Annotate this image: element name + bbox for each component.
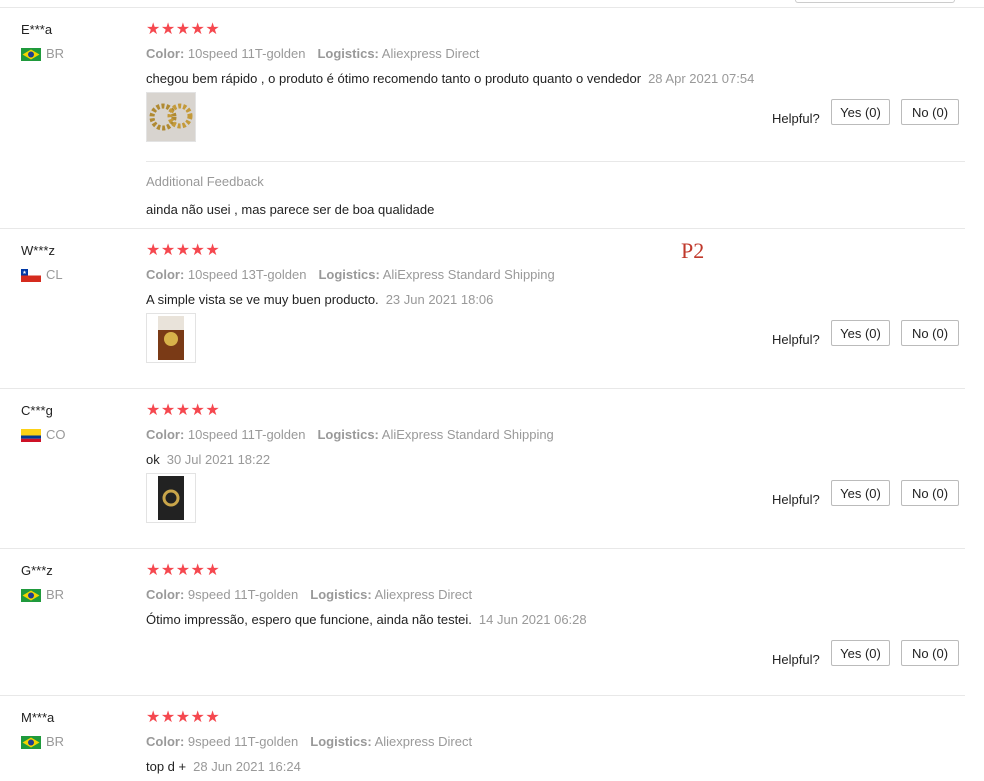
logistics-value: Aliexpress Direct: [381, 46, 480, 61]
logistics-label: Logistics:: [317, 46, 379, 61]
helpful-yes-button[interactable]: Yes (0): [831, 320, 890, 346]
country-code: BR: [46, 734, 65, 749]
country-code: BR: [46, 46, 65, 61]
additional-divider: [146, 161, 965, 162]
helpful-yes-button[interactable]: Yes (0): [831, 99, 890, 125]
review-text: Ótimo impressão, espero que funcione, ai…: [146, 612, 587, 627]
logistics-value: AliExpress Standard Shipping: [381, 427, 554, 442]
helpful-no-button[interactable]: No (0): [901, 320, 959, 346]
review-date: 14 Jun 2021 06:28: [478, 612, 587, 627]
logistics-label: Logistics:: [310, 587, 372, 602]
reviewer-name: W***z: [21, 243, 55, 258]
review-meta: Color: 10speed 11T-golden Logistics: Alie…: [146, 46, 479, 61]
helpful-label: Helpful?: [772, 492, 820, 507]
star-rating: ★★★★★: [146, 21, 221, 38]
review-date: 28 Jun 2021 16:24: [193, 759, 301, 774]
helpful-label: Helpful?: [772, 111, 820, 126]
review-body: A simple vista se ve muy buen producto.: [146, 292, 379, 307]
review-text: top d + 28 Jun 2021 16:24: [146, 759, 301, 774]
brazil-flag-icon: [21, 48, 41, 61]
colombia-flag-icon: [21, 429, 41, 442]
color-value: 10speed 13T-golden: [187, 267, 307, 282]
product-photo-image: [158, 316, 184, 360]
review-photo[interactable]: [146, 313, 196, 363]
review-text: A simple vista se ve muy buen producto. 2…: [146, 292, 493, 307]
reviewer-name: G***z: [21, 563, 53, 578]
logistics-label: Logistics:: [317, 427, 379, 442]
color-label: Color:: [146, 267, 185, 282]
helpful-no-button[interactable]: No (0): [901, 99, 959, 125]
svg-text:★: ★: [22, 270, 27, 276]
review-meta: Color: 10speed 13T-golden Logistics: AliE…: [146, 267, 555, 282]
review-date: 30 Jul 2021 18:22: [166, 452, 271, 467]
color-value: 10speed 11T-golden: [187, 427, 306, 442]
helpful-label: Helpful?: [772, 332, 820, 347]
logistics-value: Aliexpress Direct: [374, 587, 473, 602]
helpful-label: Helpful?: [772, 652, 820, 667]
logistics-label: Logistics:: [318, 267, 380, 282]
review-divider: [0, 548, 965, 549]
color-label: Color:: [146, 587, 185, 602]
review-body: Ótimo impressão, espero que funcione, ai…: [146, 612, 472, 627]
review-date: 23 Jun 2021 18:06: [385, 292, 494, 307]
top-divider: [0, 7, 984, 8]
reviewer-name: C***g: [21, 403, 53, 418]
color-label: Color:: [146, 734, 185, 749]
color-value: 10speed 11T-golden: [187, 46, 306, 61]
gear-photo-image: [149, 103, 193, 131]
review-divider: [0, 388, 965, 389]
star-rating: ★★★★★: [146, 402, 221, 419]
brazil-flag-icon: [21, 589, 41, 602]
review-text: ok 30 Jul 2021 18:22: [146, 452, 270, 467]
review-body: chegou bem rápido , o produto é ótimo re…: [146, 71, 642, 86]
additional-feedback-text: ainda não usei , mas parece ser de boa q…: [146, 202, 435, 217]
annotation-label: P2: [681, 238, 705, 263]
country-code: CL: [46, 267, 63, 282]
sort-dropdown[interactable]: [795, 0, 955, 3]
review-meta: Color: 9speed 11T-golden Logistics: Aliex…: [146, 587, 472, 602]
star-rating: ★★★★★: [146, 562, 221, 579]
review-meta: Color: 10speed 11T-golden Logistics: AliE…: [146, 427, 554, 442]
review-text: chegou bem rápido , o produto é ótimo re…: [146, 71, 754, 86]
helpful-no-button[interactable]: No (0): [901, 640, 959, 666]
brazil-flag-icon: [21, 736, 41, 749]
star-rating: ★★★★★: [146, 242, 221, 259]
country-code: CO: [46, 427, 66, 442]
reviewer-name: E***a: [21, 22, 53, 37]
review-body: top d +: [146, 759, 187, 774]
review-photo[interactable]: [146, 92, 196, 142]
reviewer-name: M***a: [21, 710, 55, 725]
helpful-yes-button[interactable]: Yes (0): [831, 640, 890, 666]
review-meta: Color: 9speed 11T-golden Logistics: Aliex…: [146, 734, 472, 749]
logistics-value: Aliexpress Direct: [374, 734, 473, 749]
product-photo-image: [158, 476, 184, 520]
review-date: 28 Apr 2021 07:54: [648, 71, 755, 86]
color-label: Color:: [146, 46, 185, 61]
color-value: 9speed 11T-golden: [187, 734, 299, 749]
helpful-no-button[interactable]: No (0): [901, 480, 959, 506]
review-divider: [0, 695, 965, 696]
logistics-label: Logistics:: [310, 734, 372, 749]
additional-feedback-label: Additional Feedback: [146, 174, 264, 189]
logistics-value: AliExpress Standard Shipping: [382, 267, 555, 282]
review-body: ok: [146, 452, 160, 467]
country-code: BR: [46, 587, 65, 602]
chile-flag-icon: ★: [21, 269, 41, 282]
color-label: Color:: [146, 427, 185, 442]
review-photo[interactable]: [146, 473, 196, 523]
review-divider: [0, 228, 965, 229]
color-value: 9speed 11T-golden: [187, 587, 299, 602]
star-rating: ★★★★★: [146, 709, 221, 726]
helpful-yes-button[interactable]: Yes (0): [831, 480, 890, 506]
